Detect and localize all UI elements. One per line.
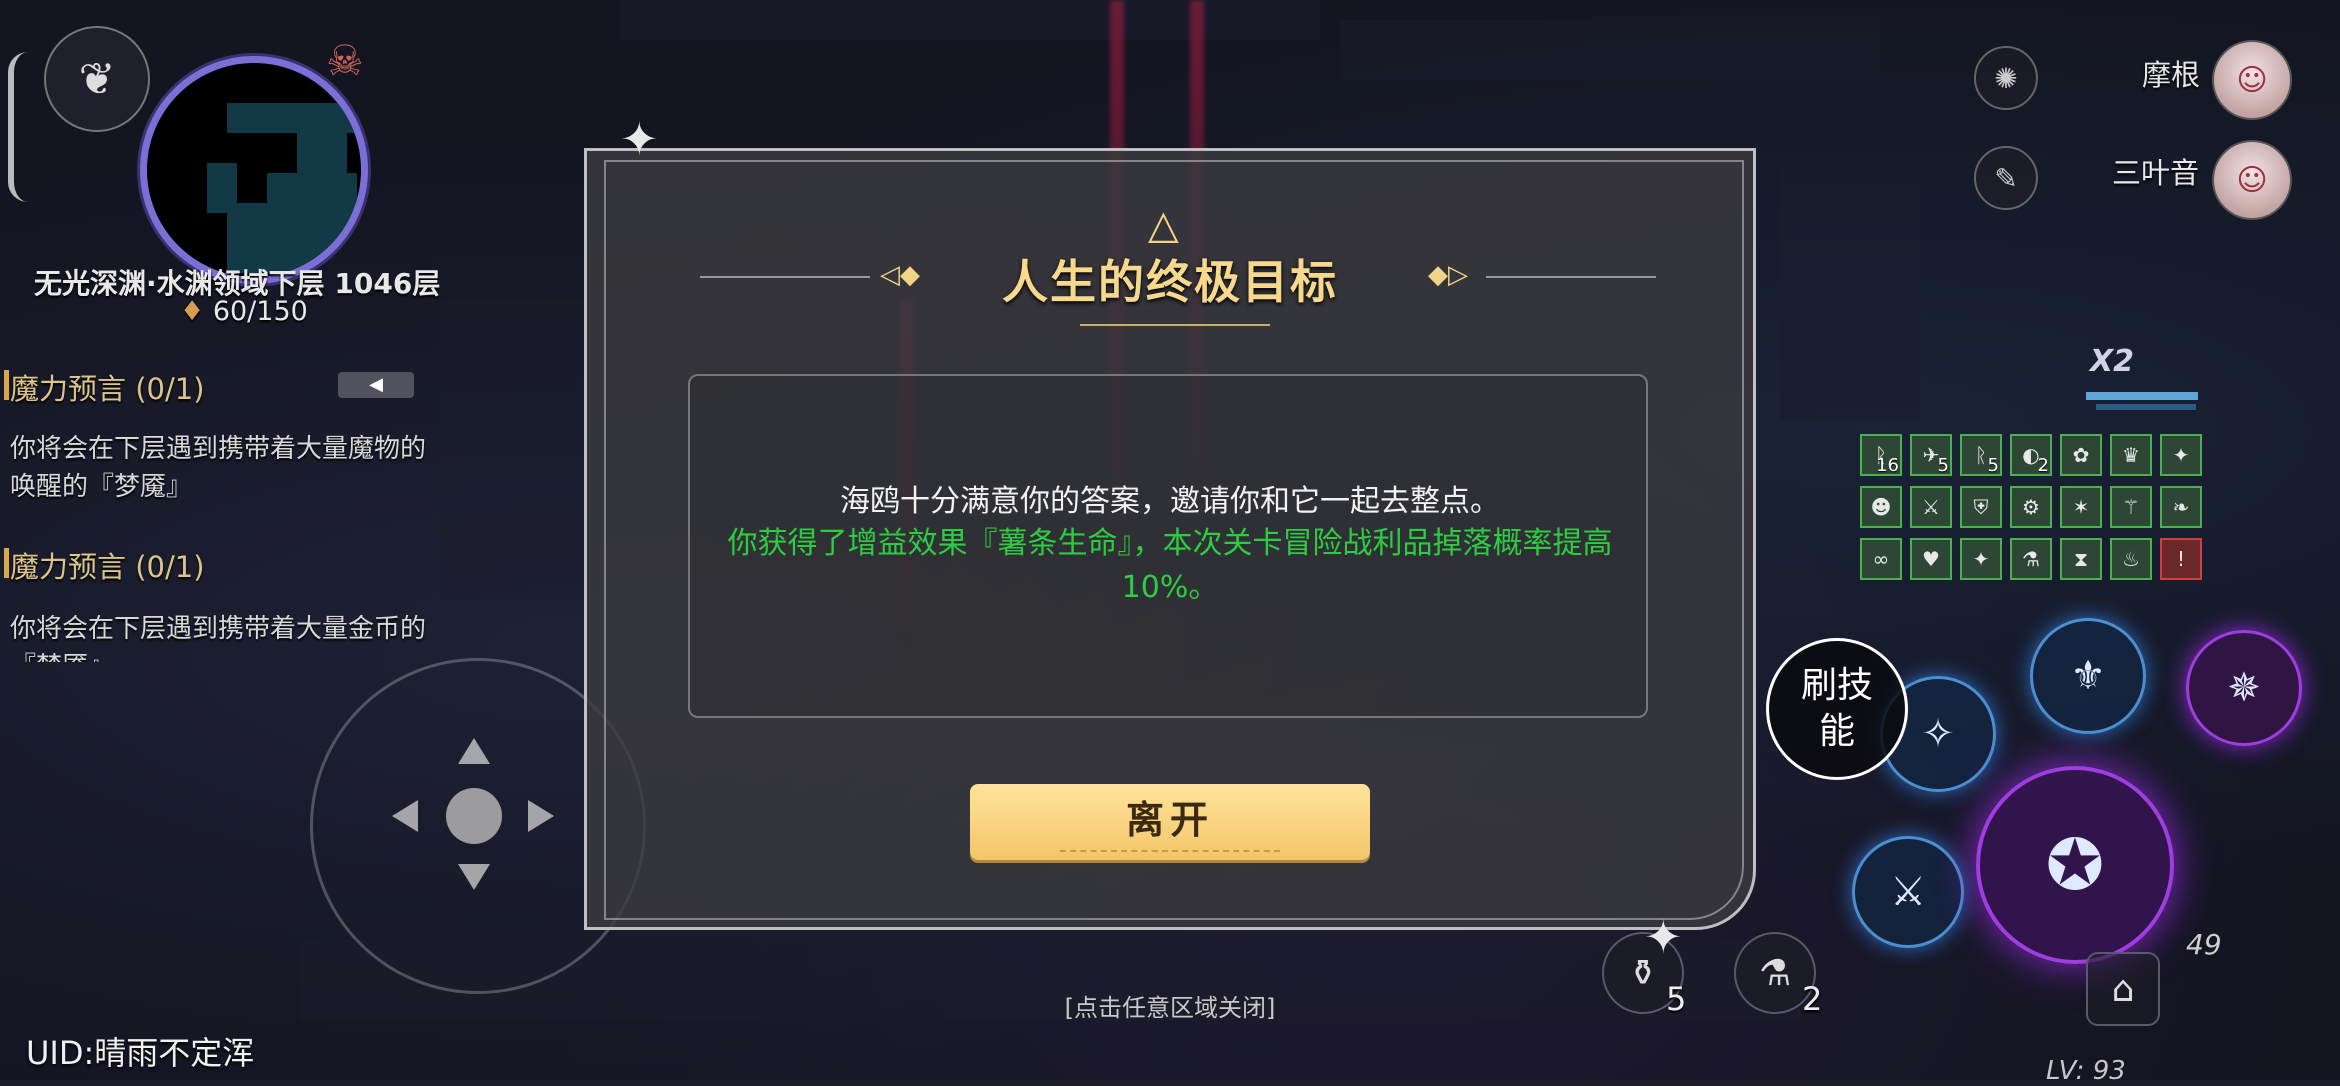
- diamond-icon: ◆▷: [1428, 260, 1468, 290]
- player-uid: UID:晴雨不定浑: [26, 1034, 255, 1072]
- mana-bar: [2096, 404, 2196, 410]
- crest-icon: △: [1148, 202, 1179, 248]
- skill-slot[interactable]: ✵: [2186, 630, 2302, 746]
- leave-button[interactable]: 离开: [970, 784, 1370, 860]
- buff-icon[interactable]: ᚱ 16: [1860, 434, 1902, 476]
- edge-indicator: [8, 52, 32, 202]
- leave-button-label: 离开: [1125, 798, 1214, 842]
- arrow-down-icon: [458, 864, 490, 890]
- extra-counter: 49: [2186, 928, 2222, 961]
- team-member-name: 摩根: [2142, 58, 2201, 92]
- buff-icon[interactable]: ♛: [2110, 434, 2152, 476]
- team-member-name: 三叶音: [2112, 156, 2200, 190]
- buff-icon[interactable]: ❧: [2160, 486, 2202, 528]
- title-divider: [1486, 276, 1656, 278]
- buff-icon[interactable]: ◐ 2: [2010, 434, 2052, 476]
- dialog-message: 海鸥十分满意你的答案，邀请你和它一起去整点。: [840, 484, 1500, 519]
- buff-icon[interactable]: ∞: [1860, 538, 1902, 580]
- joystick-knob[interactable]: [446, 788, 502, 844]
- buff-icon[interactable]: ⚚: [2110, 486, 2152, 528]
- skill-slot[interactable]: ⚔: [1852, 836, 1964, 948]
- buff-icon[interactable]: ♨: [2110, 538, 2152, 580]
- buff-icon[interactable]: ✦: [2160, 434, 2202, 476]
- buff-icon[interactable]: ⚔: [1910, 486, 1952, 528]
- refresh-skill-button[interactable]: 刷技能: [1766, 638, 1908, 780]
- title-underline: [1080, 324, 1270, 326]
- buff-icon[interactable]: ✶: [2060, 486, 2102, 528]
- avatar[interactable]: ☺: [2212, 140, 2292, 220]
- arrow-left-icon: [392, 800, 418, 832]
- arrow-up-icon: [458, 738, 490, 764]
- collapse-quests-button[interactable]: ◀: [338, 372, 414, 398]
- feather-icon[interactable]: ✎: [1974, 146, 2038, 210]
- buff-icon[interactable]: ⛨: [1960, 486, 2002, 528]
- skill-slot[interactable]: ⚜: [2030, 618, 2146, 734]
- buff-icon[interactable]: ⚗: [2010, 538, 2052, 580]
- skull-icon: ☠: [326, 36, 364, 85]
- sparkle-icon: ✦: [1644, 910, 1683, 964]
- flame-icon[interactable]: ✺: [1974, 46, 2038, 110]
- quest-title: 魔力预言 (0/1): [4, 366, 205, 408]
- avatar[interactable]: ☺: [2212, 40, 2292, 120]
- quest-desc: 你将会在下层遇到携带着大量金币的『梦魇』: [10, 614, 427, 662]
- buff-icon[interactable]: ✈ 5: [1910, 434, 1952, 476]
- winged-boot-icon[interactable]: ❦: [44, 26, 150, 132]
- arrow-right-icon: [528, 800, 554, 832]
- buff-grid: ᚱ 16 ✈ 5 ᚱ5 ◐ 2 ✿ ♛ ✦ ☻ ⚔ ⛨ ⚙ ✶ ⚚ ❧ ∞ ♥ ✦ ⚗…: [1860, 434, 2202, 580]
- quest-title: 魔力预言 (0/1): [4, 544, 205, 586]
- close-hint: [点击任意区域关闭]: [1064, 994, 1276, 1022]
- buff-icon[interactable]: ♥: [1910, 538, 1952, 580]
- buff-icon[interactable]: ⚙: [2010, 486, 2052, 528]
- buff-icon[interactable]: ✿: [2060, 434, 2102, 476]
- refresh-skill-label: 刷技能: [1800, 665, 1873, 752]
- player-level: LV: 93: [2046, 1056, 2126, 1086]
- dialog-title: 人生的终极目标: [1002, 255, 1338, 309]
- health-bar: [2086, 392, 2198, 400]
- buff-icon[interactable]: ☻: [1860, 486, 1902, 528]
- buff-icon[interactable]: ⧗: [2060, 538, 2102, 580]
- buff-icon[interactable]: ✦: [1960, 538, 2002, 580]
- ultimate-skill-button[interactable]: ✪: [1976, 766, 2174, 964]
- buff-icon[interactable]: !: [2160, 538, 2202, 580]
- buff-icon[interactable]: ᚱ5: [1960, 434, 2002, 476]
- multiplier-label: X2: [2090, 344, 2135, 379]
- sparkle-icon: ✦: [620, 112, 659, 166]
- reward-text: 你获得了增益效果『薯条生命』，本次关卡冒险战利品掉落概率提高10%。: [727, 526, 1613, 605]
- quest-desc: 你将会在下层遇到携带着大量魔物的唤醒的『梦魇』: [10, 434, 427, 502]
